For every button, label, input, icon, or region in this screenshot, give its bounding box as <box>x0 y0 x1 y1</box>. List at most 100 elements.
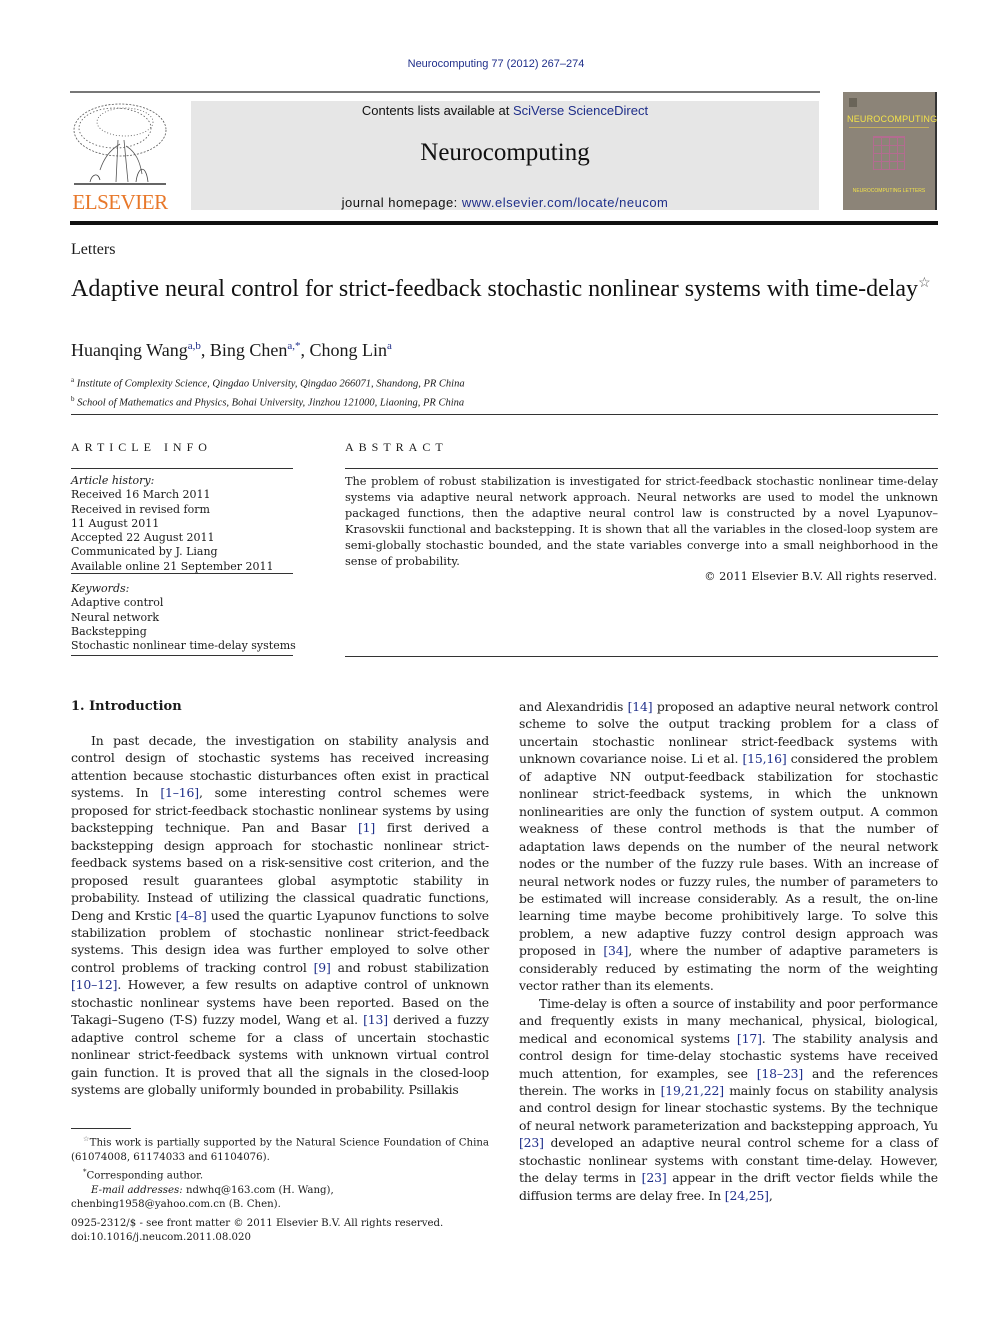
sciencedirect-link[interactable]: SciVerse ScienceDirect <box>513 103 648 118</box>
paragraph-text: and Alexandridis <box>519 699 628 714</box>
journal-name: Neurocomputing <box>420 139 590 166</box>
author-separator: , <box>300 340 310 360</box>
keywords: Keywords: Adaptive control Neural networ… <box>71 582 296 653</box>
keywords-label: Keywords: <box>71 582 130 595</box>
citation-link[interactable]: [24,25] <box>725 1188 769 1203</box>
homepage-link[interactable]: www.elsevier.com/locate/neucom <box>462 195 668 210</box>
abstract-heading: ABSTRACT <box>345 440 448 454</box>
author-separator: , <box>200 340 210 360</box>
citation-link[interactable]: [1] <box>358 820 375 835</box>
top-rule <box>70 91 820 93</box>
journal-cover-image: NEUROCOMPUTING NEUROCOMPUTING LETTERS <box>843 92 937 210</box>
citation-link[interactable]: [18–23] <box>757 1066 804 1081</box>
author-affil-mark[interactable]: a <box>387 340 392 352</box>
email-footnote: E-mail addresses: ndwhq@163.com (H. Wang… <box>71 1184 489 1198</box>
affiliation-mark: b <box>71 394 75 403</box>
funding-star-icon: ☆ <box>83 1135 90 1143</box>
citation-link[interactable]: [1–16] <box>160 785 199 800</box>
history-label: Article history: <box>71 474 155 487</box>
title-footnote-star-icon[interactable]: ☆ <box>918 276 931 291</box>
intro-paragraph: and Alexandridis [14] proposed an adapti… <box>519 698 938 995</box>
cover-title: NEUROCOMPUTING <box>847 114 938 124</box>
issn-line: 0925-2312/$ - see front matter © 2011 El… <box>71 1218 444 1229</box>
history-item: Received in revised form <box>71 502 210 516</box>
affiliation: a Institute of Complexity Science, Qingd… <box>71 373 465 392</box>
elsevier-wordmark: ELSEVIER <box>72 190 168 214</box>
citation-link[interactable]: [14] <box>628 699 653 714</box>
journal-citation-link[interactable]: Neurocomputing 77 (2012) 267–274 <box>0 58 992 70</box>
history-item: 11 August 2011 <box>71 516 160 530</box>
affiliations: a Institute of Complexity Science, Qingd… <box>71 373 465 410</box>
citation-link[interactable]: [23] <box>519 1135 544 1150</box>
author-list: Huanqing Wanga,b, Bing Chena,*, Chong Li… <box>71 340 392 361</box>
citation-link[interactable]: [19,21,22] <box>661 1083 725 1098</box>
citation-link[interactable]: [34] <box>603 943 628 958</box>
paragraph-text: , <box>768 1187 773 1203</box>
contents-prefix: Contents lists available at <box>361 103 513 118</box>
introduction-heading: 1. Introduction <box>71 699 182 714</box>
intro-paragraph: In past decade, the investigation on sta… <box>71 732 489 1099</box>
history-item: Available online 21 September 2011 <box>71 559 274 573</box>
article-history: Article history: Received 16 March 2011 … <box>71 474 274 574</box>
affiliation-mark: a <box>71 376 75 384</box>
intro-paragraph: Time-delay is often a source of instabil… <box>519 995 938 1204</box>
history-item: Communicated by J. Liang <box>71 545 218 559</box>
author-affil-mark[interactable]: a,* <box>287 340 300 352</box>
citation-link[interactable]: [13] <box>363 1012 388 1027</box>
cover-logo-icon <box>849 98 857 107</box>
abstract-bottom-rule <box>345 656 938 657</box>
email-address[interactable]: chenbing1958@yahoo.com.cn (B. Chen). <box>71 1198 489 1212</box>
article-section-label: Letters <box>71 241 116 258</box>
author-name[interactable]: Chong Lin <box>310 340 388 360</box>
citation-link[interactable]: [15,16] <box>742 751 786 766</box>
citation-link[interactable]: [17] <box>737 1031 762 1046</box>
journal-header-box: Contents lists available at SciVerse Sci… <box>191 101 819 210</box>
paragraph-text: considered the problem of adaptive NN ou… <box>519 751 938 959</box>
author-affil-mark[interactable]: a,b <box>188 340 201 352</box>
cover-grid-graphic <box>873 136 905 170</box>
header-thick-rule <box>70 221 938 225</box>
issn-block: 0925-2312/$ - see front matter © 2011 El… <box>71 1217 443 1246</box>
email-address[interactable]: ndwhq@163.com (H. Wang), <box>186 1185 334 1196</box>
corresponding-footnote: *Corresponding author. <box>71 1165 489 1184</box>
keyword: Backstepping <box>71 624 147 638</box>
affiliation: b School of Mathematics and Physics, Boh… <box>71 392 465 411</box>
doi-link[interactable]: doi:10.1016/j.neucom.2011.08.020 <box>71 1231 443 1245</box>
citation-link[interactable]: [23] <box>642 1170 667 1185</box>
title-divider <box>71 414 938 415</box>
footnotes: ☆This work is partially supported by the… <box>71 1132 489 1212</box>
right-column: and Alexandridis [14] proposed an adapti… <box>519 698 938 1204</box>
history-rule <box>71 573 293 574</box>
abstract-rule <box>345 468 938 469</box>
abstract-copyright: © 2011 Elsevier B.V. All rights reserved… <box>704 570 937 583</box>
keyword: Stochastic nonlinear time-delay systems <box>71 639 296 653</box>
citation-link[interactable]: [9] <box>314 960 331 975</box>
homepage-prefix: journal homepage: <box>341 195 462 210</box>
email-label: E-mail addresses: <box>91 1184 183 1196</box>
author-name[interactable]: Bing Chen <box>210 340 288 360</box>
affiliation-text: School of Mathematics and Physics, Bohai… <box>77 397 465 408</box>
cover-subtitle: NEUROCOMPUTING LETTERS <box>852 188 926 194</box>
history-item: Received 16 March 2011 <box>71 488 211 502</box>
contents-line: Contents lists available at SciVerse Sci… <box>191 103 819 118</box>
homepage-line: journal homepage: www.elsevier.com/locat… <box>191 195 819 210</box>
citation-link[interactable]: [4–8] <box>176 908 207 923</box>
funding-text: This work is partially supported by the … <box>71 1137 490 1163</box>
keywords-rule <box>71 655 293 656</box>
funding-footnote: ☆This work is partially supported by the… <box>71 1132 489 1165</box>
affiliation-text: Institute of Complexity Science, Qingdao… <box>76 378 465 390</box>
abstract-text: The problem of robust stabilization is i… <box>345 475 938 568</box>
cover-divider <box>849 127 929 128</box>
article-info-rule <box>71 468 293 469</box>
citation-link[interactable]: [10–12] <box>71 977 118 992</box>
article-info-heading: ARTICLE INFO <box>71 440 212 454</box>
keyword: Adaptive control <box>71 596 164 610</box>
footnote-rule <box>71 1128 131 1129</box>
author-name[interactable]: Huanqing Wang <box>71 340 188 360</box>
article-title: Adaptive neural control for strict-feedb… <box>71 269 931 304</box>
article-title-text: Adaptive neural control for strict-feedb… <box>71 276 919 302</box>
left-column: In past decade, the investigation on sta… <box>71 732 489 1099</box>
history-item: Accepted 22 August 2011 <box>71 531 215 545</box>
paragraph-text: and robust stabilization <box>330 959 490 975</box>
keyword: Neural network <box>71 610 160 624</box>
